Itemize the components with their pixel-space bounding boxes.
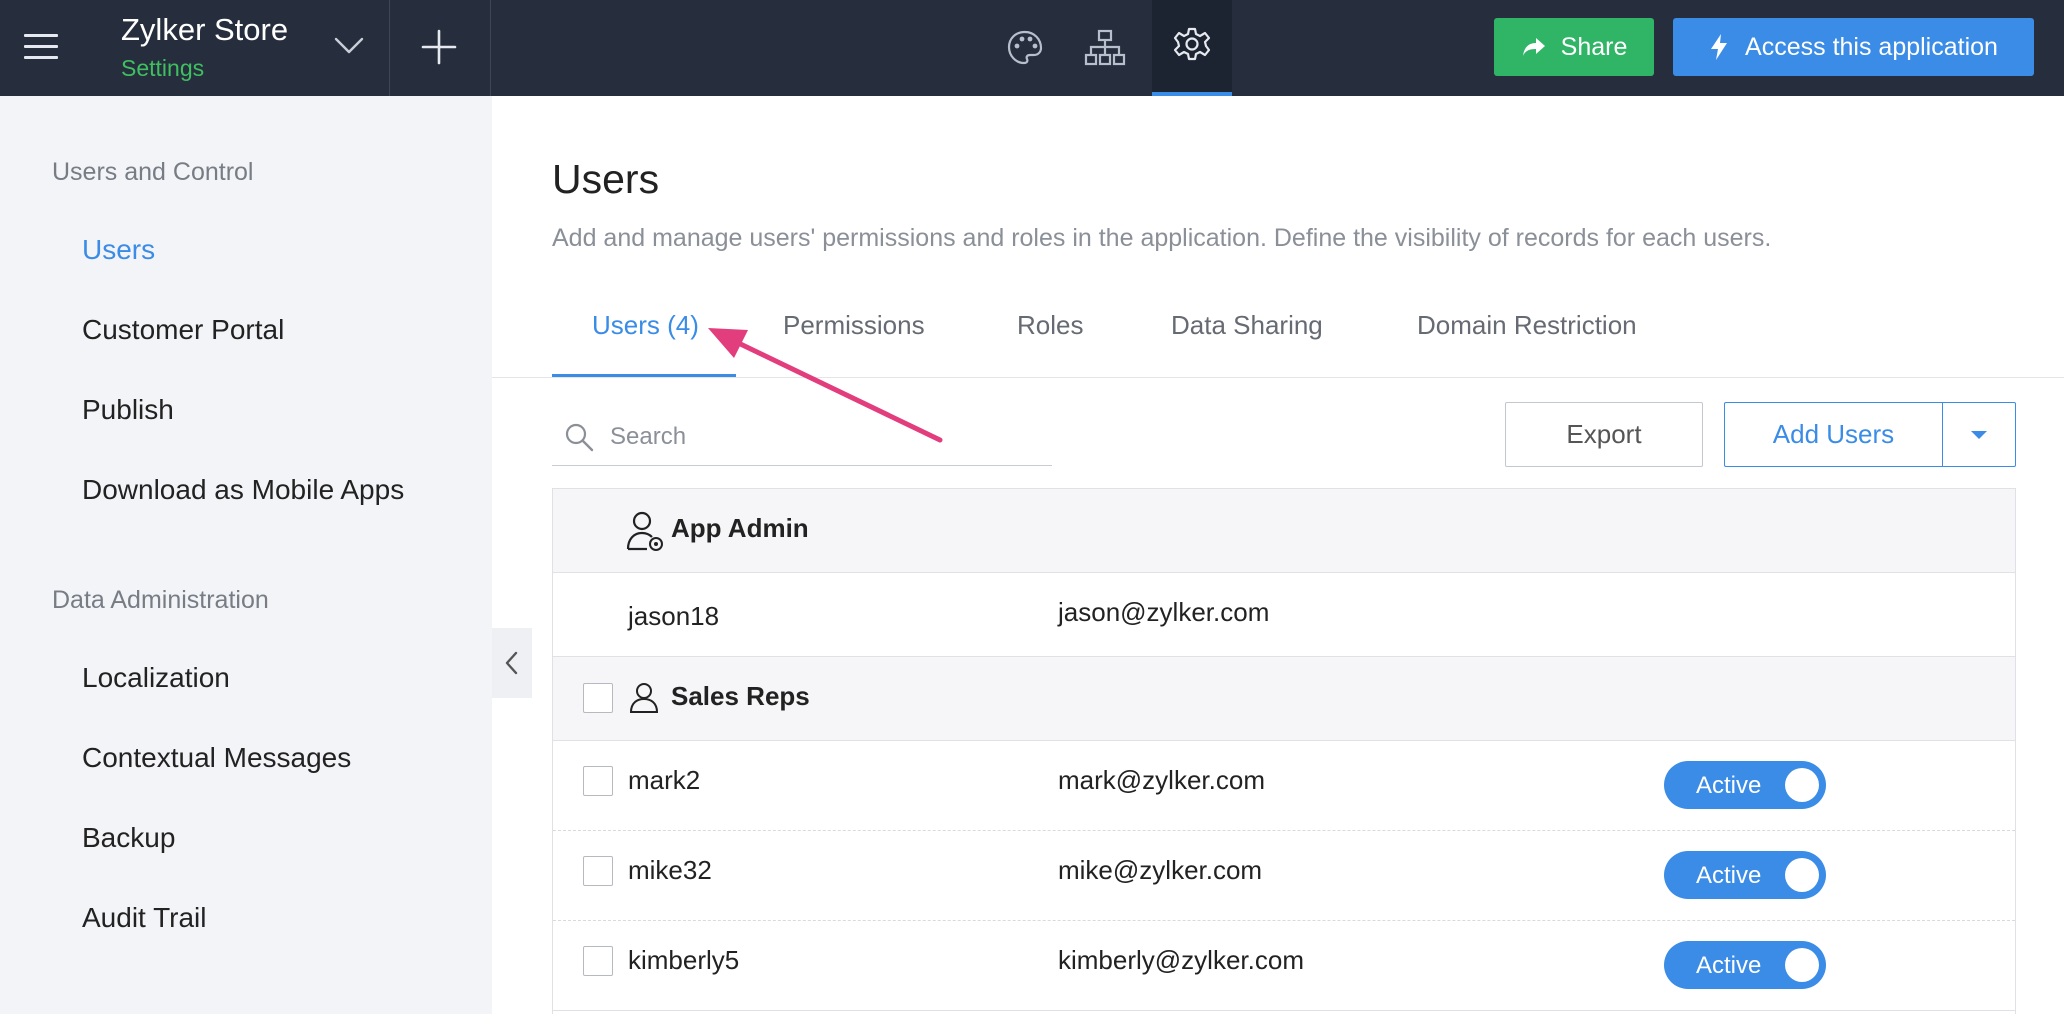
- share-arrow-icon: [1522, 38, 1545, 56]
- sitemap-icon[interactable]: [1065, 0, 1145, 96]
- app-name: Zylker Store: [121, 12, 289, 47]
- page-description: Add and manage users' permissions and ro…: [552, 224, 1772, 252]
- status-toggle[interactable]: Active: [1664, 941, 1826, 989]
- search-icon: [565, 423, 594, 451]
- users-table: App Admin jason18 jason@zylker.com Sales…: [552, 488, 2016, 1014]
- table-row[interactable]: mark2 mark@zylker.com Active: [553, 741, 2015, 831]
- sidebar-item-localization[interactable]: Localization: [82, 662, 230, 694]
- status-label: Active: [1696, 862, 1762, 889]
- access-label: Access this application: [1745, 32, 1998, 61]
- username: kimberly5: [628, 945, 740, 975]
- sidebar-section-users-and-control: Users and Control: [52, 158, 254, 186]
- sidebar-section-data-administration: Data Administration: [52, 586, 269, 614]
- active-tab-indicator: [552, 374, 736, 377]
- divider: [490, 0, 491, 96]
- caret-down-icon: [1971, 430, 1987, 439]
- group-row-app-admin: App Admin: [553, 489, 2015, 573]
- sidebar-item-users[interactable]: Users: [82, 234, 155, 266]
- sidebar-item-audit-trail[interactable]: Audit Trail: [82, 902, 207, 934]
- divider: [389, 0, 390, 96]
- username: mark2: [628, 765, 701, 795]
- top-bar: Zylker Store Settings Share Access this …: [0, 0, 2064, 96]
- status-toggle[interactable]: Active: [1664, 761, 1826, 809]
- tab-permissions[interactable]: Permissions: [783, 310, 925, 341]
- group-row-sales-reps: Sales Reps: [553, 657, 2015, 741]
- row-checkbox[interactable]: [583, 766, 613, 796]
- add-users-dropdown-button[interactable]: [1942, 402, 2016, 467]
- row-checkbox[interactable]: [583, 946, 613, 976]
- user-email: kimberly@zylker.com: [1058, 945, 1304, 975]
- sidebar-item-backup[interactable]: Backup: [82, 822, 175, 854]
- share-label: Share: [1560, 32, 1628, 61]
- settings-sidebar: Users and Control Users Customer Portal …: [0, 96, 492, 1014]
- sidebar-item-download-mobile-apps[interactable]: Download as Mobile Apps: [82, 474, 404, 506]
- tab-roles[interactable]: Roles: [1017, 310, 1083, 341]
- hamburger-menu-icon[interactable]: [24, 34, 58, 60]
- add-users-button[interactable]: Add Users: [1724, 402, 1942, 467]
- tabs-divider: [492, 377, 2064, 378]
- export-button[interactable]: Export: [1505, 402, 1703, 467]
- tab-data-sharing[interactable]: Data Sharing: [1171, 310, 1323, 341]
- username: jason18: [628, 601, 720, 631]
- toggle-knob: [1785, 768, 1819, 802]
- group-checkbox[interactable]: [583, 683, 613, 713]
- status-label: Active: [1696, 952, 1762, 979]
- toggle-knob: [1785, 948, 1819, 982]
- table-row[interactable]: jason18 jason@zylker.com: [553, 573, 2015, 657]
- share-button[interactable]: Share: [1494, 18, 1654, 76]
- status-label: Active: [1696, 772, 1762, 799]
- palette-icon[interactable]: [985, 0, 1065, 96]
- toggle-knob: [1785, 858, 1819, 892]
- username: mike32: [628, 855, 712, 885]
- sidebar-item-contextual-messages[interactable]: Contextual Messages: [82, 742, 351, 774]
- search-input[interactable]: [610, 422, 1030, 451]
- user-email: mike@zylker.com: [1058, 855, 1263, 885]
- sidebar-item-publish[interactable]: Publish: [82, 394, 174, 426]
- group-name: Sales Reps: [671, 681, 810, 711]
- page-title: Users: [552, 156, 660, 202]
- lightning-icon: [1711, 34, 1728, 60]
- chevron-left-icon: [505, 651, 518, 675]
- user-email: jason@zylker.com: [1058, 597, 1270, 627]
- app-subtitle: Settings: [121, 55, 205, 81]
- user-group-icon: [629, 683, 659, 713]
- tab-users[interactable]: Users (4): [592, 310, 699, 341]
- admin-user-icon: [626, 511, 663, 551]
- chevron-down-icon[interactable]: [330, 26, 368, 64]
- table-row[interactable]: kimberly5 kimberly@zylker.com Active: [553, 921, 2015, 1011]
- user-email: mark@zylker.com: [1058, 765, 1265, 795]
- table-row[interactable]: mike32 mike@zylker.com Active: [553, 831, 2015, 921]
- status-toggle[interactable]: Active: [1664, 851, 1826, 899]
- tab-domain-restriction[interactable]: Domain Restriction: [1417, 310, 1637, 341]
- row-checkbox[interactable]: [583, 856, 613, 886]
- search-box[interactable]: [552, 408, 1052, 466]
- access-application-button[interactable]: Access this application: [1673, 18, 2034, 76]
- add-app-plus-icon[interactable]: [414, 22, 464, 72]
- collapse-sidebar-button[interactable]: [492, 628, 532, 698]
- group-name: App Admin: [671, 513, 809, 543]
- gear-icon[interactable]: [1152, 0, 1232, 96]
- sidebar-item-customer-portal[interactable]: Customer Portal: [82, 314, 284, 346]
